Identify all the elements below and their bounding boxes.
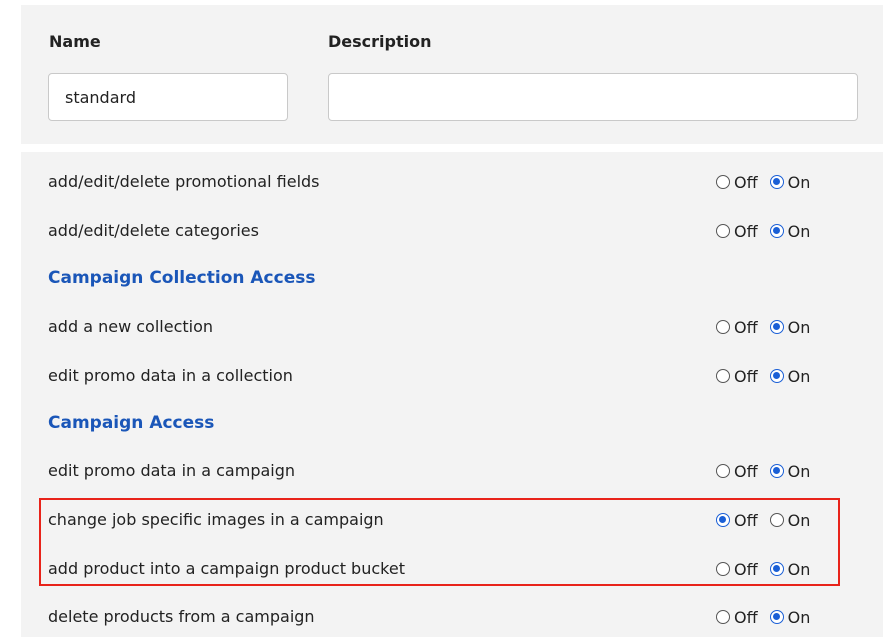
radio-off[interactable]: Off: [716, 318, 758, 337]
permission-label: delete products from a campaign: [48, 607, 315, 626]
permission-row-delete-products: delete products from a campaign Off On: [48, 602, 848, 632]
off-on-radio-group: Off On: [716, 365, 822, 387]
radio-on-label: On: [787, 559, 811, 579]
radio-off-label: Off: [734, 607, 758, 627]
radio-off[interactable]: Off: [716, 560, 758, 579]
radio-off[interactable]: Off: [716, 173, 758, 192]
permission-label: add/edit/delete categories: [48, 221, 259, 240]
radio-off[interactable]: Off: [716, 608, 758, 627]
radio-on-label: On: [787, 607, 811, 627]
permission-label: add/edit/delete promotional fields: [48, 172, 320, 191]
off-on-radio-group: Off On: [716, 171, 822, 193]
radio-on-circle[interactable]: [769, 464, 784, 478]
name-input[interactable]: [48, 73, 288, 121]
radio-off-circle[interactable]: [716, 464, 730, 478]
radio-off[interactable]: Off: [716, 462, 758, 481]
radio-off-label: Off: [734, 221, 758, 241]
off-on-radio-group: Off On: [716, 558, 822, 580]
permission-row-add-product-bucket: add product into a campaign product buck…: [48, 554, 848, 584]
radio-on-label: On: [787, 461, 811, 481]
radio-on-circle[interactable]: [769, 562, 784, 576]
radio-off-label: Off: [734, 461, 758, 481]
radio-off-label: Off: [734, 172, 758, 192]
radio-on[interactable]: On: [769, 559, 811, 579]
off-on-radio-group: Off On: [716, 509, 822, 531]
permission-label: edit promo data in a collection: [48, 366, 293, 385]
permission-row-change-images: change job specific images in a campaign…: [48, 505, 848, 535]
permission-row-edit-promo-collection: edit promo data in a collection Off On: [48, 361, 848, 391]
description-input[interactable]: [328, 73, 858, 121]
radio-on[interactable]: On: [769, 366, 811, 386]
radio-on-circle[interactable]: [769, 513, 784, 527]
radio-on-label: On: [787, 366, 811, 386]
radio-on-label: On: [787, 172, 811, 192]
radio-on-circle[interactable]: [769, 610, 784, 624]
permission-row-categories: add/edit/delete categories Off On: [48, 216, 848, 246]
radio-off-circle[interactable]: [716, 224, 730, 238]
radio-off[interactable]: Off: [716, 222, 758, 241]
radio-off-circle[interactable]: [716, 562, 730, 576]
radio-on-label: On: [787, 221, 811, 241]
radio-off[interactable]: Off: [716, 367, 758, 386]
radio-on[interactable]: On: [769, 317, 811, 337]
radio-off[interactable]: Off: [716, 511, 758, 530]
radio-on-circle[interactable]: [769, 320, 784, 334]
radio-off-circle[interactable]: [716, 320, 730, 334]
radio-on-circle[interactable]: [769, 224, 784, 238]
radio-off-circle[interactable]: [716, 513, 730, 527]
radio-on[interactable]: On: [769, 510, 811, 530]
radio-off-circle[interactable]: [716, 369, 730, 383]
radio-on-circle[interactable]: [769, 175, 784, 189]
section-title-collection-access: Campaign Collection Access: [48, 268, 316, 288]
radio-off-circle[interactable]: [716, 175, 730, 189]
permission-label: change job specific images in a campaign: [48, 510, 384, 529]
section-title-campaign-access: Campaign Access: [48, 413, 215, 433]
radio-on-label: On: [787, 510, 811, 530]
permission-label: edit promo data in a campaign: [48, 461, 296, 480]
name-label: Name: [49, 32, 101, 51]
radio-off-label: Off: [734, 317, 758, 337]
description-label: Description: [328, 32, 432, 51]
radio-on[interactable]: On: [769, 172, 811, 192]
radio-off-label: Off: [734, 366, 758, 386]
radio-off-label: Off: [734, 559, 758, 579]
radio-on-circle[interactable]: [769, 369, 784, 383]
radio-on[interactable]: On: [769, 221, 811, 241]
permission-row-promo-fields: add/edit/delete promotional fields Off O…: [48, 167, 848, 197]
off-on-radio-group: Off On: [716, 220, 822, 242]
radio-on[interactable]: On: [769, 607, 811, 627]
permission-label: add a new collection: [48, 317, 214, 336]
off-on-radio-group: Off On: [716, 606, 822, 628]
radio-off-circle[interactable]: [716, 610, 730, 624]
permission-label: add product into a campaign product buck…: [48, 559, 405, 578]
radio-on-label: On: [787, 317, 811, 337]
radio-on[interactable]: On: [769, 461, 811, 481]
off-on-radio-group: Off On: [716, 460, 822, 482]
radio-off-label: Off: [734, 510, 758, 530]
permission-row-edit-promo-campaign: edit promo data in a campaign Off On: [48, 456, 848, 486]
off-on-radio-group: Off On: [716, 316, 822, 338]
permission-row-add-collection: add a new collection Off On: [48, 312, 848, 342]
permissions-page: Name Description add/edit/delete promoti…: [0, 0, 883, 637]
